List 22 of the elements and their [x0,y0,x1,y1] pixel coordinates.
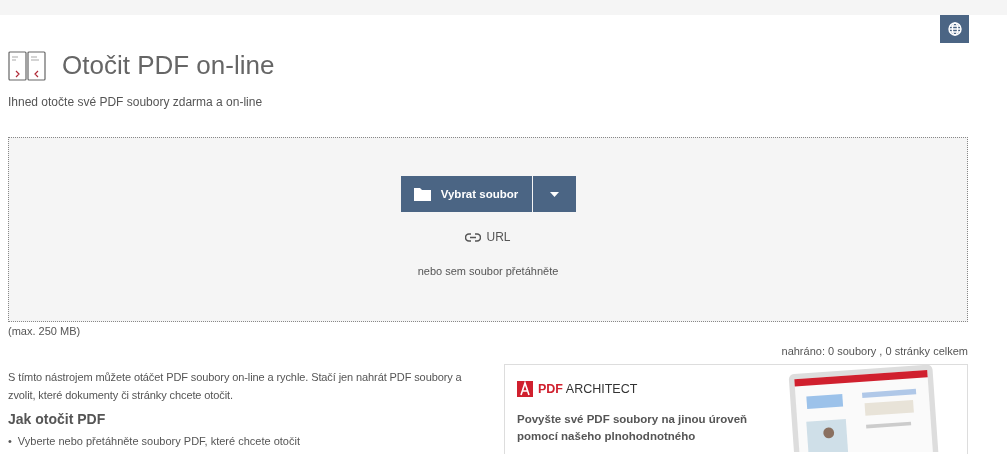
section-heading: Jak otočit PDF [8,411,107,427]
globe-icon [947,22,962,36]
drop-hint: nebo sem soubor přetáhněte [417,265,559,277]
ad-text: Povyšte své PDF soubory na jinou úroveň pomocí našeho plnohodnotného [517,412,749,444]
url-link[interactable]: URL [465,230,511,244]
drop-zone[interactable]: Vybrat soubor URL nebo sem soubor přetáhněte [8,137,968,322]
language-button[interactable] [940,15,969,43]
bullet-mark: • [8,435,12,448]
page-subtitle: Ihned otočte své PDF soubory zdarma a on-line [8,95,264,109]
caret-icon [549,191,559,197]
step-item: Vyberte nebo přetáhněte soubory PDF, které chcete otočit [17,435,300,448]
folder-icon [413,187,431,201]
choose-file-button[interactable]: Vybrat soubor [400,176,532,212]
link-icon [465,232,482,242]
logo-icon [517,381,533,397]
intro-paragraph: S tímto nástrojem můžete otáčet PDF soubory on-line a rychle. Stačí jen nahrát PDF soubory a zvolit, které dokumenty či stránky chcete otočit. [8,370,463,403]
max-size-note: (max. 250 MB) [8,325,82,337]
page-title: Otočit PDF on-line [62,50,275,81]
rotate-pdf-icon [8,50,46,81]
brand-name: PDF ARCHITECT [538,382,638,396]
dropdown-button[interactable] [532,176,576,212]
upload-status: nahráno: 0 soubory , 0 stránky celkem [780,345,968,357]
